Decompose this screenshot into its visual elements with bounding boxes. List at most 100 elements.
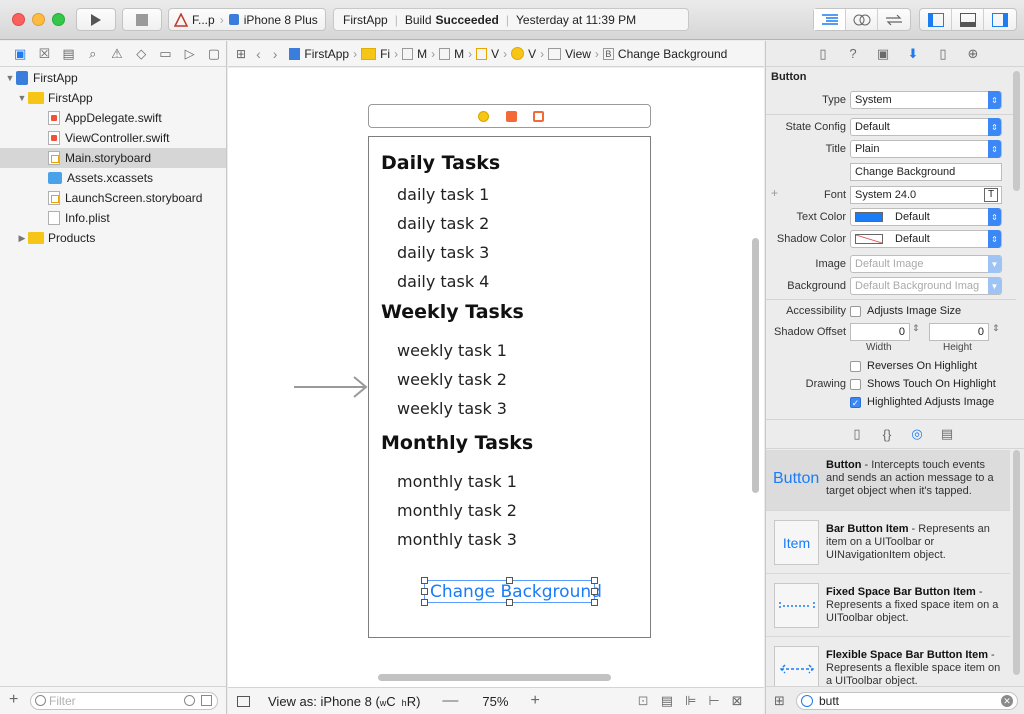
reverses-on-highlight-checkbox[interactable]: [850, 361, 861, 372]
zoom-out-icon[interactable]: —: [442, 692, 458, 710]
add-icon[interactable]: +: [9, 691, 18, 709]
image-combo[interactable]: Default Image ▼: [850, 255, 1002, 273]
file-inspector-icon[interactable]: ▯: [808, 46, 838, 62]
identity-inspector-icon[interactable]: ▣: [868, 46, 898, 62]
breadcrumb-view[interactable]: View ›: [548, 47, 599, 61]
task-label[interactable]: weekly task 2: [397, 370, 507, 389]
task-label[interactable]: monthly task 1: [397, 472, 517, 491]
task-label[interactable]: monthly task 3: [397, 530, 517, 549]
attributes-inspector-icon[interactable]: ⬇: [898, 46, 928, 62]
task-label[interactable]: daily task 4: [397, 272, 489, 291]
storyboard-canvas[interactable]: Daily Tasks daily task 1 daily task 2 da…: [228, 68, 764, 687]
adjusts-image-size-checkbox[interactable]: [850, 306, 861, 317]
version-editor-button[interactable]: [878, 9, 910, 30]
heading-monthly[interactable]: Monthly Tasks: [381, 432, 533, 454]
library-scrollbar[interactable]: [1013, 450, 1020, 675]
shadow-color-popup[interactable]: Default ⇕: [850, 230, 1002, 248]
disclosure-closed-icon[interactable]: ▶: [16, 233, 28, 244]
heading-daily[interactable]: Daily Tasks: [381, 152, 500, 174]
breadcrumb-folder[interactable]: Fi ›: [361, 47, 398, 61]
breadcrumb-view-controller[interactable]: V ›: [511, 47, 544, 61]
inspector-scrollbar[interactable]: [1013, 71, 1020, 191]
resize-handle[interactable]: [421, 577, 428, 584]
assistant-editor-button[interactable]: [846, 9, 878, 30]
view-as-label[interactable]: View as: iPhone 8 (wC hR): [268, 694, 420, 709]
first-responder-icon[interactable]: [506, 111, 517, 122]
background-combo[interactable]: Default Background Imag ▼: [850, 277, 1002, 295]
disclosure-open-icon[interactable]: ▼: [16, 93, 28, 103]
state-config-popup[interactable]: Default ⇕: [850, 118, 1002, 136]
search-icon[interactable]: ⌕: [81, 46, 105, 62]
breadcrumb-scene[interactable]: V ›: [476, 47, 507, 61]
horizontal-scrollbar[interactable]: [378, 674, 611, 681]
embed-stack-icon[interactable]: ▤: [661, 693, 673, 709]
library-search-input[interactable]: butt ✕: [796, 692, 1018, 710]
back-icon[interactable]: ‹: [256, 46, 261, 62]
resize-handle[interactable]: [591, 577, 598, 584]
task-label[interactable]: daily task 2: [397, 214, 489, 233]
document-outline-icon[interactable]: [237, 695, 250, 707]
resize-handle[interactable]: [506, 599, 513, 606]
highlighted-adjusts-checkbox[interactable]: ✓: [850, 397, 861, 408]
resize-handle[interactable]: [591, 599, 598, 606]
minimize-window-button[interactable]: [32, 13, 45, 26]
task-label[interactable]: monthly task 2: [397, 501, 517, 520]
close-window-button[interactable]: [12, 13, 25, 26]
debug-toggle-button[interactable]: [952, 9, 984, 30]
view-controller-icon[interactable]: [478, 111, 489, 122]
library-item[interactable]: Fixed Space Bar Button Item - Represents…: [766, 574, 1010, 637]
test-icon[interactable]: ◇: [129, 46, 153, 62]
heading-weekly[interactable]: Weekly Tasks: [381, 301, 524, 323]
library-item[interactable]: Item Bar Button Item - Represents an ite…: [766, 511, 1010, 574]
report-icon[interactable]: ▢: [202, 46, 226, 62]
resize-handle[interactable]: [591, 588, 598, 595]
stop-button[interactable]: [122, 8, 162, 31]
folder-icon[interactable]: ▣: [8, 46, 32, 62]
change-background-button[interactable]: Change Background: [421, 577, 602, 606]
symbol-icon[interactable]: ▤: [56, 46, 80, 62]
tree-item-file-selected[interactable]: Main.storyboard: [0, 148, 226, 168]
resolve-issues-icon[interactable]: ⊠: [732, 693, 743, 709]
forward-icon[interactable]: ›: [273, 46, 278, 62]
breadcrumb-storyboard-base[interactable]: M ›: [439, 47, 472, 61]
resize-handle[interactable]: [421, 599, 428, 606]
stepper-icon[interactable]: ⇕: [992, 323, 1000, 334]
size-inspector-icon[interactable]: ▯: [928, 46, 958, 62]
related-items-icon[interactable]: ⊞: [236, 47, 246, 61]
navigator-toggle-button[interactable]: [920, 9, 952, 30]
shadow-width-field[interactable]: 0: [850, 323, 910, 341]
tree-item-file[interactable]: Info.plist: [0, 208, 226, 228]
task-label[interactable]: daily task 1: [397, 185, 489, 204]
scm-filter-icon[interactable]: [201, 695, 212, 706]
object-library-icon[interactable]: ◎: [902, 426, 932, 442]
align-icon[interactable]: ⊫: [685, 693, 696, 709]
resize-handle[interactable]: [506, 577, 513, 584]
text-color-popup[interactable]: Default ⇕: [850, 208, 1002, 226]
filter-input[interactable]: Filter: [30, 692, 218, 710]
clear-search-icon[interactable]: ✕: [1001, 695, 1013, 707]
title-text-field[interactable]: Change Background: [850, 163, 1002, 181]
recent-files-icon[interactable]: [184, 695, 195, 706]
type-popup[interactable]: System ⇕: [850, 91, 1002, 109]
connections-inspector-icon[interactable]: ⊕: [958, 46, 988, 62]
breakpoint-icon[interactable]: ▷: [178, 46, 202, 62]
font-field[interactable]: System 24.0 T: [850, 186, 1002, 204]
standard-editor-button[interactable]: [814, 9, 846, 30]
tree-item-project[interactable]: ▼ FirstApp: [0, 68, 226, 88]
scene-dock[interactable]: [368, 104, 651, 128]
warning-icon[interactable]: ⚠: [105, 46, 129, 62]
font-picker-icon[interactable]: T: [984, 188, 998, 202]
tree-item-group[interactable]: ▶ Products: [0, 228, 226, 248]
breadcrumb-button[interactable]: B Change Background: [602, 47, 727, 61]
tree-item-file[interactable]: Assets.xcassets: [0, 168, 226, 188]
add-constraints-icon[interactable]: ⊢: [708, 693, 719, 709]
library-item[interactable]: Button Button - Intercepts touch events …: [766, 450, 1010, 511]
code-snippet-icon[interactable]: {}: [872, 427, 902, 442]
inspector-toggle-button[interactable]: [984, 9, 1016, 30]
tree-item-file[interactable]: LaunchScreen.storyboard: [0, 188, 226, 208]
quick-help-icon[interactable]: ?: [838, 46, 868, 61]
tree-item-file[interactable]: AppDelegate.swift: [0, 108, 226, 128]
shadow-height-field[interactable]: 0: [929, 323, 989, 341]
vertical-scrollbar[interactable]: [752, 238, 759, 493]
source-control-icon[interactable]: ☒: [32, 46, 56, 62]
